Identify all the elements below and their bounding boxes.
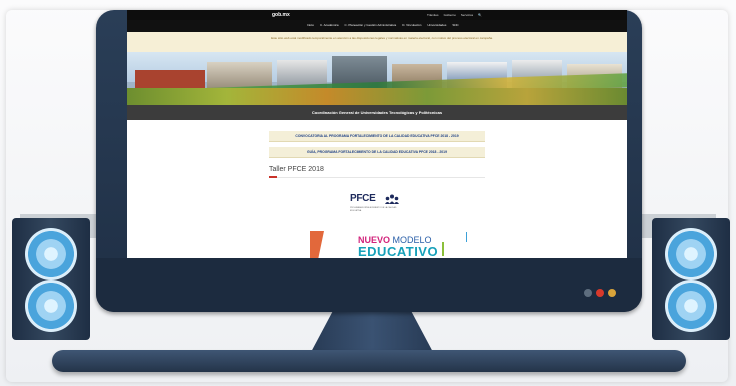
power-led-icon (608, 289, 616, 297)
logo-line-2: EDUCATIVO (358, 244, 439, 258)
guia-link[interactable]: GUÍA, PROGRAMA FORTALECIMIENTO DE LA CAL… (269, 147, 485, 158)
nav-item-vinculacion[interactable]: D. Vinculación (402, 23, 421, 27)
notice-text: Este sitio web está modificado temporalm… (271, 36, 493, 40)
monitor-chin (96, 258, 642, 312)
speaker-top-woofer (665, 228, 717, 280)
institution-title: Coordinación General de Universidades Te… (311, 110, 443, 115)
logo-shape (310, 231, 324, 258)
nav-tramites[interactable]: Trámites (427, 13, 439, 17)
speaker-top-woofer (25, 228, 77, 280)
nav-item-academica[interactable]: C. Académica (320, 23, 339, 27)
nav-item-inicio[interactable]: Inicio (307, 23, 314, 27)
monitor-stand-base (52, 350, 686, 372)
nav-item-universidades[interactable]: Universidades (427, 23, 446, 27)
logo-accent-bar (442, 242, 444, 256)
gob-logo[interactable]: gob.mx (272, 12, 290, 18)
nav-item-snc[interactable]: SNC (452, 23, 458, 27)
pfce-logo-subtitle: PROGRAMA FORTALECIMIENTO DE LA CALIDAD E… (350, 207, 397, 212)
logo-accent-bar (466, 232, 467, 242)
nuevo-modelo-educativo-logo[interactable]: NUEVO MODELO EDUCATIVO (310, 231, 470, 258)
right-speaker (652, 218, 730, 340)
left-speaker (12, 218, 90, 340)
power-led-icon (584, 289, 592, 297)
site-nav: Inicio C. Académica C. Planeación y Gest… (127, 20, 627, 32)
nav-item-planeacion[interactable]: C. Planeación y Gestión Administrativa (345, 23, 397, 27)
monitor-screen: gob.mx Trámites Gobierno Servicios 🔍 Ini… (127, 10, 627, 258)
speaker-bottom-woofer (665, 280, 717, 332)
building-image (207, 62, 272, 88)
power-led-icon (596, 289, 604, 297)
search-icon[interactable]: 🔍 (478, 13, 482, 17)
convocatoria-link[interactable]: CONVOCATORIA AL PROGRAMA FORTALECIMIENTO… (269, 131, 485, 142)
campus-banner (127, 52, 627, 105)
nav-servicios[interactable]: Servicios (461, 13, 473, 17)
section-title: Taller PFCE 2018 (269, 166, 324, 173)
institution-header: Coordinación General de Universidades Te… (127, 105, 627, 120)
building-image (135, 70, 205, 88)
people-icon (385, 194, 399, 204)
gob-topbar: gob.mx Trámites Gobierno Servicios 🔍 (127, 10, 627, 20)
pfce-logo-text: PFCE (350, 193, 376, 204)
pfce-logo[interactable]: PFCE PROGRAMA FORTALECIMIENTO DE LA CALI… (350, 193, 406, 227)
electoral-notice: Este sitio web está modificado temporalm… (127, 32, 627, 52)
title-accent (269, 176, 277, 178)
title-divider (269, 177, 485, 178)
speaker-bottom-woofer (25, 280, 77, 332)
nav-gobierno[interactable]: Gobierno (444, 13, 456, 17)
gob-top-nav: Trámites Gobierno Servicios 🔍 (427, 13, 482, 17)
